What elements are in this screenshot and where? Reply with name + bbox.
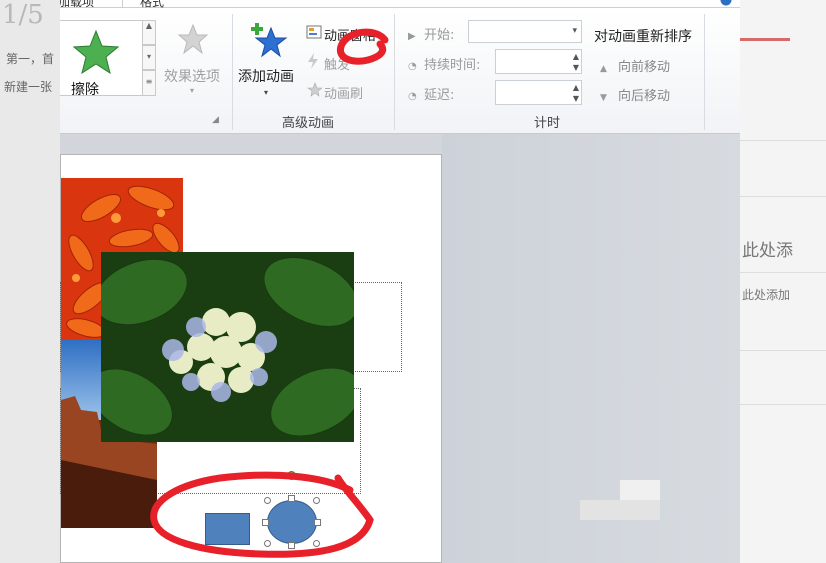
spinner-arrows-icon[interactable]: ▲ ▼ xyxy=(573,51,579,73)
gallery-item-wipe[interactable]: 擦除 xyxy=(71,79,99,99)
advanced-animation-group-label: 高级动画 xyxy=(282,116,335,131)
background-rule xyxy=(740,404,826,405)
hydrangea-image[interactable] xyxy=(101,252,354,442)
blue-star-plus-icon xyxy=(251,23,288,58)
reorder-animation-title: 对动画重新排序 xyxy=(594,29,692,45)
background-page-number: 1/5 xyxy=(2,0,44,30)
delay-row: ◔ 延迟: xyxy=(408,84,454,103)
chevron-down-icon: ▾ xyxy=(572,26,577,36)
background-rule xyxy=(740,196,826,197)
gallery-scroll-down[interactable]: ▾ xyxy=(142,45,156,70)
play-triangle-icon: ▶ xyxy=(408,31,416,42)
powerpoint-window: 加载项 格式 擦除 ▲ ▾ ≡ 效果选项 ▾ ◢ 添加动画 ▾ 动画窗格 触发 … xyxy=(60,0,740,563)
spinner-arrows-icon[interactable]: ▲ ▼ xyxy=(573,82,579,104)
gallery-scroll-up[interactable]: ▲ xyxy=(142,20,156,45)
resize-handle[interactable] xyxy=(313,497,320,504)
background-text-line: 第一，首 xyxy=(6,52,55,66)
slide-canvas[interactable] xyxy=(60,154,442,563)
duration-row: ◔ 持续时间: xyxy=(408,54,480,73)
animation-pane-button[interactable]: 动画窗格 xyxy=(306,24,376,44)
trigger-button[interactable]: 触发 xyxy=(306,53,350,73)
trigger-label: 触发 xyxy=(324,58,351,73)
brush-star-icon xyxy=(306,82,324,102)
move-earlier-label: 向前移动 xyxy=(618,60,671,75)
move-earlier-button[interactable]: ▲ 向前移动 xyxy=(600,56,670,75)
background-page-left: 1/5 第一，首 新建一张 xyxy=(0,0,60,563)
background-heading: 此处添 xyxy=(742,241,793,261)
start-label: 开始: xyxy=(424,28,455,43)
lightning-icon xyxy=(306,53,324,73)
background-page-right: 此处添 此处添加 xyxy=(740,0,826,563)
add-animation-button[interactable]: 添加动画 ▾ xyxy=(236,20,302,106)
animation-painter-label: 动画刷 xyxy=(324,87,364,102)
chevron-down-icon: ▾ xyxy=(264,88,269,97)
animation-pane-icon xyxy=(306,24,324,44)
move-later-label: 向后移动 xyxy=(618,89,671,104)
blue-rectangle-shape[interactable] xyxy=(205,513,250,545)
background-rule xyxy=(740,272,826,273)
resize-handle[interactable] xyxy=(262,519,269,526)
background-rule xyxy=(740,140,826,141)
green-star-icon xyxy=(73,29,119,75)
effect-options-button[interactable]: 效果选项 ▾ xyxy=(160,20,228,100)
add-animation-label: 添加动画 xyxy=(238,69,294,85)
delay-spinner[interactable]: ▲ ▼ xyxy=(495,80,582,105)
delay-label: 延迟: xyxy=(424,88,455,103)
gray-star-icon xyxy=(178,24,208,54)
blue-ellipse-shape[interactable] xyxy=(267,500,317,544)
group-separator xyxy=(394,14,395,130)
resize-handle[interactable] xyxy=(288,542,295,549)
resize-handle[interactable] xyxy=(313,540,320,547)
chevron-down-icon: ▾ xyxy=(190,86,195,95)
animation-painter-button[interactable]: 动画刷 xyxy=(306,82,363,102)
animation-pane-label: 动画窗格 xyxy=(324,29,377,44)
dialog-launcher-icon[interactable]: ◢ xyxy=(212,115,219,125)
resize-handle[interactable] xyxy=(288,495,295,502)
start-row: ▶ 开始: xyxy=(408,24,454,43)
resize-handle[interactable] xyxy=(264,497,271,504)
help-icon[interactable] xyxy=(720,0,732,6)
background-text-line: 新建一张 xyxy=(4,80,53,94)
duration-spinner[interactable]: ▲ ▼ xyxy=(495,49,582,74)
ribbon-tab-bar: 加载项 格式 xyxy=(60,0,740,9)
triangle-down-icon: ▼ xyxy=(600,93,607,103)
move-later-button[interactable]: ▼ 向后移动 xyxy=(600,85,670,104)
start-select[interactable]: ▾ xyxy=(468,20,582,43)
effect-options-label: 效果选项 xyxy=(164,69,220,85)
timing-group-label: 计时 xyxy=(534,116,561,131)
background-rule xyxy=(740,350,826,351)
background-text-line: 此处添加 xyxy=(742,288,791,302)
resize-handle[interactable] xyxy=(314,519,321,526)
gallery-more-button[interactable]: ≡ xyxy=(142,70,156,96)
tab-divider xyxy=(122,0,123,8)
workspace-area xyxy=(442,134,740,563)
group-separator xyxy=(704,14,705,130)
group-separator xyxy=(232,14,233,130)
animations-ribbon: 擦除 ▲ ▾ ≡ 效果选项 ▾ ◢ 添加动画 ▾ 动画窗格 触发 动画刷 高级动… xyxy=(60,8,740,134)
resize-handle[interactable] xyxy=(264,540,271,547)
duration-label: 持续时间: xyxy=(424,58,481,73)
background-red-bar xyxy=(740,38,790,41)
clock-icon: ◔ xyxy=(408,91,417,102)
triangle-up-icon: ▲ xyxy=(600,64,607,74)
rotate-handle[interactable] xyxy=(287,471,296,480)
clock-icon: ◔ xyxy=(408,61,417,72)
blurred-region xyxy=(580,500,660,520)
animation-gallery[interactable]: 擦除 xyxy=(60,20,146,99)
